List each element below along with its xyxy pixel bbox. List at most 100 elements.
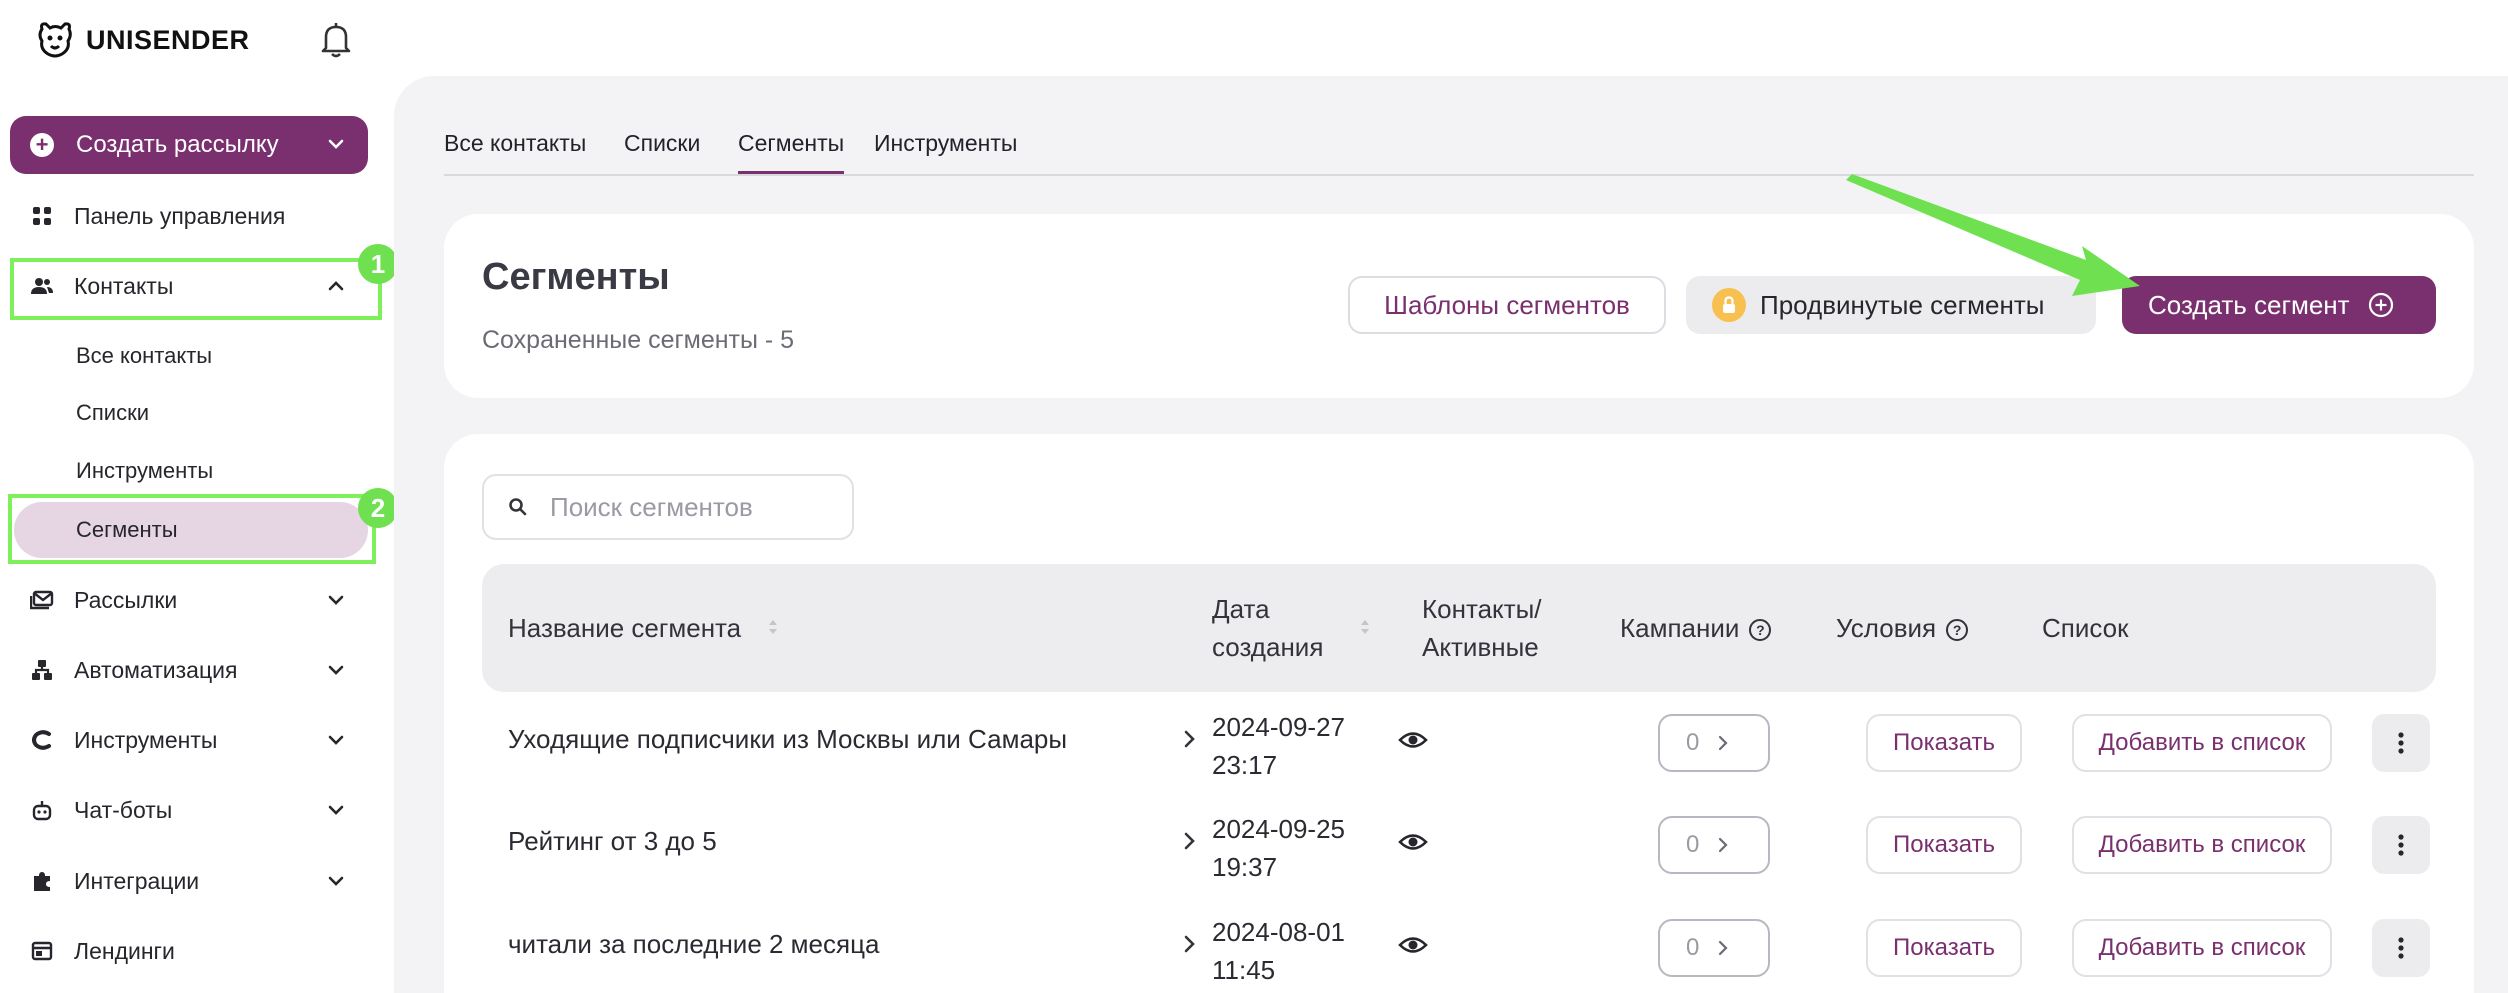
advanced-segments-label: Продвинутые сегменты (1760, 289, 2045, 320)
col-header-contacts-line2: Активные (1422, 632, 1539, 662)
segment-templates-button[interactable]: Шаблоны сегментов (1348, 276, 1666, 334)
sidebar-item-chatbots[interactable]: Чат-боты (10, 780, 380, 840)
segment-date: 2024-09-25 (1212, 814, 1345, 844)
col-header-conditions-label: Условия (1836, 613, 1937, 643)
segment-name[interactable]: Рейтинг от 3 до 5 (508, 826, 717, 857)
sort-icon[interactable] (1358, 616, 1372, 638)
chevron-down-icon (328, 876, 344, 886)
campaigns-count-button[interactable]: 0 (1658, 714, 1770, 772)
segment-date: 2024-09-27 (1212, 712, 1345, 742)
create-segment-button[interactable]: Создать сегмент (2122, 276, 2436, 334)
chevron-right-icon (1719, 735, 1728, 751)
chevron-down-icon (328, 805, 344, 815)
chevron-right-icon[interactable] (1178, 728, 1200, 750)
sidebar-item-integrations[interactable]: Интеграции (10, 851, 380, 911)
sidebar-item-label: Интеграции (74, 867, 200, 894)
tab-segments[interactable]: Сегменты (738, 130, 845, 174)
col-header-name[interactable]: Название сегмента (508, 609, 741, 647)
col-header-campaigns-label: Кампании (1620, 613, 1740, 643)
eye-icon[interactable] (1398, 830, 1428, 854)
logo[interactable]: UNISENDER (34, 18, 250, 62)
col-header-contacts-line1: Контакты/ (1422, 594, 1542, 624)
eye-icon[interactable] (1398, 728, 1428, 752)
dashboard-icon (30, 204, 54, 228)
col-header-list-label: Список (2042, 613, 2129, 643)
sidebar-subitem-tools[interactable]: Инструменты (76, 451, 213, 491)
segment-created-date: 2024-09-25 19:37 (1212, 810, 1345, 886)
kebab-menu-icon[interactable] (2372, 714, 2430, 772)
bell-icon[interactable] (318, 20, 354, 60)
main-content: Все контакты Списки Сегменты Инструменты… (394, 76, 2508, 993)
eye-icon[interactable] (1398, 933, 1428, 957)
sidebar-subitem-all-contacts[interactable]: Все контакты (76, 336, 212, 376)
sidebar-item-dashboard[interactable]: Панель управления (10, 186, 380, 246)
chevron-right-icon[interactable] (1178, 830, 1200, 852)
sidebar-subitem-label: Все контакты (76, 343, 213, 368)
campaigns-count: 0 (1686, 831, 1700, 858)
sidebar-subitem-lists[interactable]: Списки (76, 393, 149, 433)
segment-search-input[interactable]: Поиск сегментов (482, 474, 854, 540)
sidebar-item-campaigns[interactable]: Рассылки (10, 570, 380, 630)
sort-icon[interactable] (766, 616, 780, 638)
chevron-right-icon (1719, 940, 1728, 956)
table-row[interactable]: читали за последние 2 месяца 2024-08-01 … (482, 897, 2436, 993)
col-header-contacts: Контакты/ Активные (1422, 590, 1542, 666)
col-header-name-label: Название сегмента (508, 613, 742, 643)
campaigns-count: 0 (1686, 729, 1700, 756)
add-to-list-button[interactable]: Добавить в список (2072, 816, 2332, 874)
segment-time: 23:17 (1212, 750, 1278, 780)
app-root: UNISENDER + Создать рассылку Панель упра… (0, 0, 2508, 993)
sidebar-item-tools[interactable]: Инструменты (10, 710, 380, 770)
sidebar-item-label: Рассылки (74, 586, 178, 613)
tab-tools[interactable]: Инструменты (874, 130, 1017, 174)
show-conditions-button[interactable]: Показать (1866, 919, 2022, 977)
segment-name[interactable]: читали за последние 2 месяца (508, 929, 879, 960)
segment-created-date: 2024-09-27 23:17 (1212, 708, 1345, 784)
chevron-down-icon (328, 735, 344, 745)
sidebar-subitem-label: Инструменты (76, 458, 214, 483)
landing-icon (30, 939, 54, 963)
saved-segments-count: Сохраненные сегменты - 5 (482, 326, 795, 354)
help-icon[interactable]: ? (1946, 619, 1969, 642)
add-to-list-button[interactable]: Добавить в список (2072, 919, 2332, 977)
campaigns-count-button[interactable]: 0 (1658, 919, 1770, 977)
advanced-segments-button[interactable]: Продвинутые сегменты (1686, 276, 2096, 334)
step-badge-1: 1 (358, 244, 398, 284)
show-conditions-button[interactable]: Показать (1866, 816, 2022, 874)
kebab-menu-icon[interactable] (2372, 816, 2430, 874)
add-to-list-button[interactable]: Добавить в список (2072, 714, 2332, 772)
table-row[interactable]: Рейтинг от 3 до 5 2024-09-25 19:37 0 Пок… (482, 794, 2436, 896)
segment-name[interactable]: Уходящие подписчики из Москвы или Самары (508, 724, 1067, 755)
chevron-down-icon (328, 595, 344, 605)
segment-time: 19:37 (1212, 852, 1278, 882)
create-segment-label: Создать сегмент (2148, 289, 2350, 320)
search-icon (509, 498, 527, 516)
help-icon[interactable]: ? (1749, 619, 1772, 642)
create-campaign-button[interactable]: + Создать рассылку (10, 116, 368, 174)
kebab-menu-icon[interactable] (2372, 919, 2430, 977)
chevron-right-icon[interactable] (1178, 933, 1200, 955)
search-placeholder: Поиск сегментов (550, 491, 753, 522)
sidebar-item-landings[interactable]: Лендинги (10, 921, 380, 981)
table-header: Название сегмента Дата создания Контакты… (482, 564, 2436, 692)
sidebar: UNISENDER + Создать рассылку Панель упра… (0, 0, 398, 993)
tab-lists[interactable]: Списки (624, 130, 700, 174)
segment-date: 2024-08-01 (1212, 917, 1345, 947)
col-header-date[interactable]: Дата создания (1212, 590, 1323, 666)
page-title: Сегменты (482, 256, 670, 298)
chevron-right-icon (1719, 837, 1728, 853)
tab-all-contacts[interactable]: Все контакты (444, 130, 586, 174)
sidebar-item-label: Автоматизация (74, 656, 238, 683)
dog-logo-icon (38, 22, 72, 58)
brand-name: UNISENDER (86, 24, 250, 55)
sidebar-item-label: Инструменты (74, 726, 218, 753)
campaigns-count-button[interactable]: 0 (1658, 816, 1770, 874)
highlight-segments (8, 494, 376, 564)
sidebar-item-label: Панель управления (74, 202, 286, 229)
sidebar-subitem-label: Списки (76, 400, 150, 425)
show-conditions-button[interactable]: Показать (1866, 714, 2022, 772)
plus-circle-icon (2368, 292, 2393, 318)
sidebar-item-automation[interactable]: Автоматизация (10, 640, 380, 700)
table-row[interactable]: Уходящие подписчики из Москвы или Самары… (482, 692, 2436, 794)
automation-icon (30, 658, 54, 682)
